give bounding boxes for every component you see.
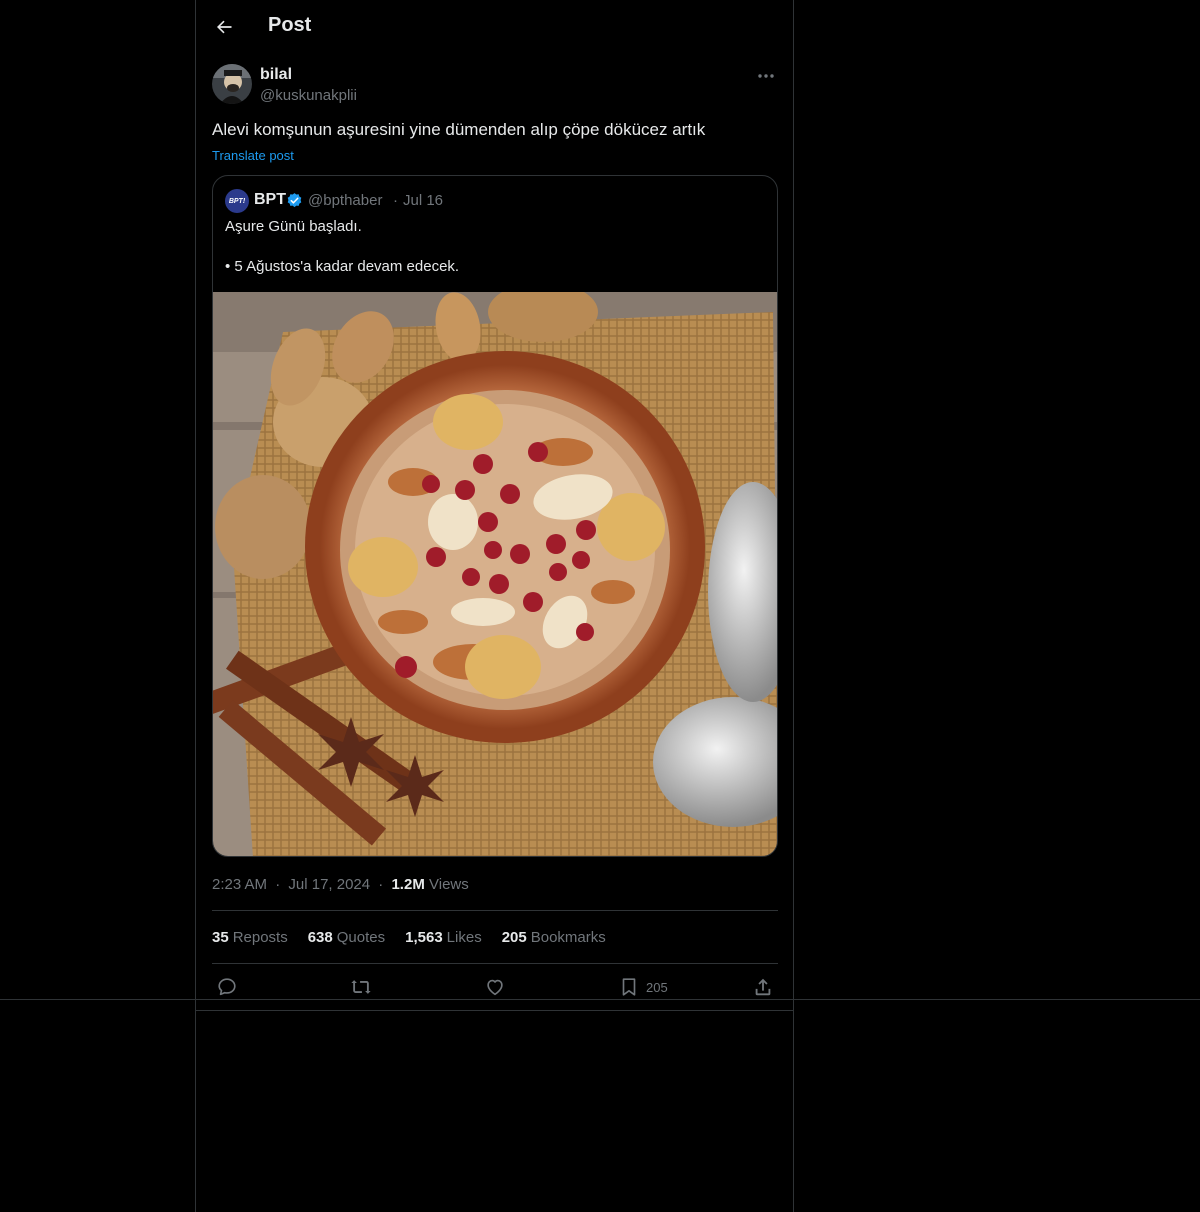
author-handle[interactable]: @kuskunakplii bbox=[260, 87, 357, 104]
back-arrow-icon bbox=[217, 20, 232, 34]
back-button[interactable] bbox=[212, 15, 236, 39]
bookmark-count: 205 bbox=[646, 979, 668, 995]
post-meta: 2:23 AM · Jul 17, 2024 · 1.2M Views bbox=[212, 876, 469, 893]
author-name[interactable]: bilal bbox=[260, 66, 292, 84]
quoted-date: Jul 16 bbox=[403, 192, 444, 209]
quotes-count: 638 bbox=[307, 929, 333, 946]
verified-badge-icon bbox=[287, 193, 302, 208]
post-time[interactable]: 2:23 AM bbox=[212, 876, 267, 893]
likes-count: 1,563 bbox=[405, 929, 443, 946]
meta-separator: · bbox=[378, 876, 384, 893]
like-button[interactable] bbox=[484, 976, 506, 998]
quotes-stat[interactable]: 638 Quotes bbox=[308, 929, 385, 946]
quoted-author-name: BPT bbox=[254, 191, 286, 208]
engagement-stats: 35 Reposts 638 Quotes 1,563 Likes 205 Bookma… bbox=[212, 929, 606, 946]
reply-button[interactable] bbox=[216, 976, 238, 998]
reposts-count: 35 bbox=[212, 929, 229, 946]
bookmarks-stat[interactable]: 205 Bookmarks bbox=[502, 929, 606, 946]
meta-separator: · bbox=[275, 876, 281, 893]
quoted-avatar: BPT! bbox=[225, 189, 249, 213]
post-column: Post bilal @kuskunakplii Alevi komşunun … bbox=[195, 0, 794, 1212]
more-button[interactable] bbox=[754, 66, 778, 86]
quoted-avatar-logo: BPT! bbox=[228, 197, 246, 205]
quoted-post[interactable]: BPT! BPT @bpthaber · Jul 16 Aşure Günü b… bbox=[212, 175, 778, 857]
bookmarks-label: Bookmarks bbox=[530, 929, 606, 946]
quoted-text-line-1: Aşure Günü başladı. bbox=[225, 218, 362, 235]
more-icon bbox=[758, 74, 774, 78]
bookmark-button[interactable]: 205 bbox=[618, 976, 668, 998]
repost-button[interactable] bbox=[350, 976, 372, 998]
share-icon bbox=[755, 978, 771, 996]
reposts-label: Reposts bbox=[232, 929, 288, 946]
reply-icon bbox=[218, 978, 236, 996]
reply-section-divider bbox=[195, 1010, 794, 1011]
likes-label: Likes bbox=[446, 929, 482, 946]
like-icon bbox=[487, 979, 503, 996]
views-count: 1.2M bbox=[391, 876, 425, 893]
share-button[interactable] bbox=[752, 976, 774, 998]
bookmark-icon bbox=[622, 978, 636, 996]
quoted-author-handle: @bpthaber bbox=[308, 192, 383, 209]
overlay-divider bbox=[0, 999, 1200, 1000]
post-text: Alevi komşunun aşuresini yine dümenden a… bbox=[212, 120, 706, 139]
quotes-label: Quotes bbox=[336, 929, 386, 946]
bookmarks-count: 205 bbox=[501, 929, 527, 946]
avatar[interactable] bbox=[212, 64, 252, 104]
divider bbox=[212, 963, 778, 964]
likes-stat[interactable]: 1,563 Likes bbox=[405, 929, 482, 946]
reposts-stat[interactable]: 35 Reposts bbox=[212, 929, 288, 946]
translate-post-link[interactable]: Translate post bbox=[212, 148, 294, 163]
page-title: Post bbox=[268, 14, 312, 36]
quoted-post-image[interactable] bbox=[213, 292, 778, 857]
views-label: Views bbox=[429, 876, 469, 893]
author-row: bilal @kuskunakplii bbox=[212, 64, 778, 108]
header: Post bbox=[196, 0, 793, 54]
post-date[interactable]: Jul 17, 2024 bbox=[288, 876, 370, 893]
quoted-separator: · bbox=[393, 192, 398, 209]
repost-icon bbox=[351, 980, 371, 994]
quoted-text-line-2: • 5 Ağustos'a kadar devam edecek. bbox=[225, 258, 460, 275]
avatar-image bbox=[212, 64, 252, 104]
divider bbox=[212, 910, 778, 911]
